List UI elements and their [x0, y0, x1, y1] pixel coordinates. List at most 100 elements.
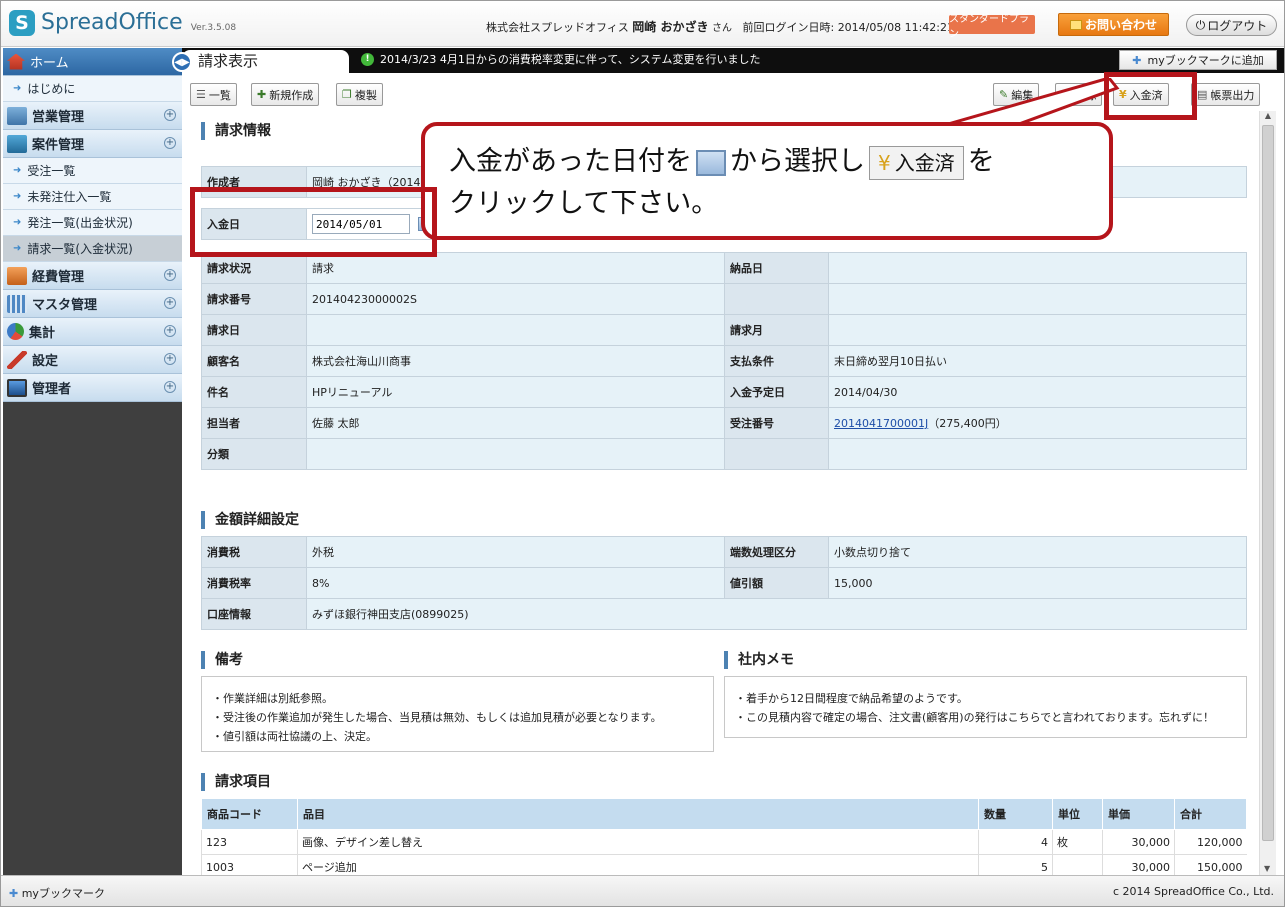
- sidebar-item-reports[interactable]: 集計 +: [3, 318, 182, 346]
- status-value: 請求: [306, 252, 725, 284]
- new-button[interactable]: ✚ 新規作成: [251, 83, 320, 106]
- order-number-cell: 2014041700001J（275,400円）: [828, 407, 1247, 439]
- delivery-label: 納品日: [724, 252, 829, 284]
- user-info: 株式会社スプレッドオフィス 岡崎 おかざき さん 前回ログイン日時: 2014/…: [486, 18, 954, 35]
- sidebar-item-label: 発注一覧(出金状況): [27, 216, 133, 230]
- sidebar-item-label: 案件管理: [32, 138, 85, 153]
- sidebar-item-label: 請求一覧(入金状況): [27, 242, 133, 256]
- account-label: 口座情報: [201, 598, 307, 630]
- memo-box: ・着手から12日間程度で納品希望のようです。 ・この見積内容で確定の場合、注文書…: [724, 676, 1247, 738]
- sidebar-item-orders[interactable]: ➜ 受注一覧: [3, 158, 182, 184]
- expand-icon[interactable]: +: [164, 137, 176, 149]
- tools-icon: [7, 350, 27, 369]
- memo-line: ・この見積内容で確定の場合、注文書(顧客用)の発行はこちらでと言われております。…: [735, 711, 1214, 724]
- expand-icon[interactable]: +: [164, 269, 176, 281]
- footer-bookmark[interactable]: ✚ myブックマーク: [9, 885, 105, 901]
- invoice-month-value: [828, 314, 1247, 346]
- plan-badge: スタンダードプラン: [949, 14, 1035, 40]
- copy-button[interactable]: ❐ 複製: [336, 83, 383, 106]
- cell-code: 123: [201, 829, 298, 855]
- power-icon: ⏻: [1195, 17, 1206, 32]
- amount-table: 消費税 外税 端数処理区分 小数点切り捨て 消費税率 8% 値引額 15,000…: [201, 536, 1247, 630]
- notice-text: 2014/3/23 4月1日からの消費税率変更に伴って、システム変更を行いました: [380, 53, 761, 66]
- add-bookmark-label: myブックマークに追加: [1147, 54, 1264, 67]
- sidebar-item-invoices[interactable]: ➜ 請求一覧(入金状況): [3, 236, 182, 262]
- discount-value: 15,000: [828, 567, 1247, 599]
- system-notice[interactable]: ! 2014/3/23 4月1日からの消費税率変更に伴って、システム変更を行いま…: [361, 51, 760, 67]
- callout-line-1: 入金があった日付を から選択し ¥ 入金済を: [449, 141, 1085, 183]
- print-label: 帳票出力: [1210, 88, 1255, 102]
- sidebar-item-projects[interactable]: 案件管理 +: [3, 130, 182, 158]
- user-suffix: さん: [711, 23, 732, 34]
- logo-text: SpreadOffice: [41, 10, 183, 35]
- remarks-line: ・受注後の作業追加が発生した場合、当見積は無効、もしくは追加見積が必要となります…: [212, 711, 662, 724]
- remarks-line: ・作業詳細は別紙参照。: [212, 692, 333, 705]
- sidebar-item-label: 管理者: [32, 382, 72, 397]
- info-icon: !: [361, 52, 374, 66]
- sidebar-item-master[interactable]: マスタ管理 +: [3, 290, 182, 318]
- sidebar-item-intro[interactable]: ➜ はじめに: [3, 76, 182, 102]
- sales-icon: [7, 106, 27, 125]
- sidebar-item-expenses[interactable]: 経費管理 +: [3, 262, 182, 290]
- instruction-callout: 入金があった日付を から選択し ¥ 入金済を クリックして下さい。: [421, 122, 1113, 240]
- cell-item: ページ追加: [297, 854, 979, 875]
- col-qty: 数量: [978, 798, 1053, 830]
- cell-total: 120,000: [1174, 829, 1247, 855]
- staff-value: 佐藤 太郎: [306, 407, 725, 439]
- print-button[interactable]: ▤ 帳票出力: [1191, 83, 1261, 106]
- calendar-icon: [696, 149, 726, 176]
- invoice-info-table: 請求状況 請求 納品日 請求番号 20140423000002S 請求日 請求月…: [201, 252, 1247, 470]
- sidebar: ホーム ➜ はじめに 営業管理 + 案件管理 + ➜ 受注一覧 ➜ 未発注仕入一覧 ➜ 発注…: [3, 48, 182, 875]
- arrow-icon: ➜: [13, 217, 22, 228]
- sidebar-item-sales[interactable]: 営業管理 +: [3, 102, 182, 130]
- scroll-thumb[interactable]: [1262, 125, 1274, 841]
- logo[interactable]: S SpreadOffice Ver.3.5.08: [9, 10, 236, 36]
- last-login-time: 2014/05/08 11:42:21: [837, 21, 954, 34]
- scroll-down-icon[interactable]: ▼: [1264, 864, 1270, 873]
- company-name: 株式会社スプレッドオフィス: [486, 21, 629, 34]
- contact-button[interactable]: お問い合わせ: [1058, 13, 1169, 36]
- staff-label: 担当者: [201, 407, 307, 439]
- expand-icon[interactable]: +: [164, 109, 176, 121]
- sidebar-item-label: はじめに: [27, 82, 76, 96]
- logout-label: ログアウト: [1207, 18, 1268, 33]
- section-amount-detail: 金額詳細設定: [201, 511, 299, 529]
- sidebar-item-home[interactable]: ホーム: [3, 48, 182, 76]
- memo-line: ・着手から12日間程度で納品希望のようです。: [735, 692, 968, 705]
- tax-label: 消費税: [201, 536, 307, 568]
- expand-icon[interactable]: +: [164, 297, 176, 309]
- vertical-scrollbar[interactable]: ▲ ▼: [1259, 111, 1276, 875]
- customer-value: 株式会社海山川商事: [306, 345, 725, 377]
- empty-value: [828, 283, 1247, 315]
- expand-icon[interactable]: +: [164, 325, 176, 337]
- sidebar-item-admin[interactable]: 管理者 +: [3, 374, 182, 402]
- scroll-up-icon[interactable]: ▲: [1260, 111, 1276, 120]
- section-remarks: 備考: [201, 651, 243, 669]
- sidebar-item-label: 設定: [32, 354, 59, 369]
- table-row[interactable]: 1003 ページ追加 5 30,000 150,000: [201, 854, 1247, 875]
- sidebar-item-purchase-orders[interactable]: ➜ 発注一覧(出金状況): [3, 210, 182, 236]
- list-label: 一覧: [208, 88, 231, 102]
- cell-total: 150,000: [1174, 854, 1247, 875]
- sidebar-toggle-icon[interactable]: ◀▶: [172, 52, 192, 72]
- sidebar-item-settings[interactable]: 設定 +: [3, 346, 182, 374]
- order-number-link[interactable]: 2014041700001J: [834, 417, 928, 430]
- app-window: S SpreadOffice Ver.3.5.08 株式会社スプレッドオフィス …: [0, 0, 1285, 907]
- list-button[interactable]: ☰ 一覧: [190, 83, 237, 106]
- category-label: 分類: [201, 438, 307, 470]
- col-item: 品目: [297, 798, 979, 830]
- tab-invoice-view[interactable]: 請求表示: [182, 50, 349, 73]
- table-row[interactable]: 123 画像、デザイン差し替え 4 枚 30,000 120,000: [201, 829, 1247, 855]
- cell-unit: 枚: [1052, 829, 1103, 855]
- add-bookmark-button[interactable]: ✚ myブックマークに追加: [1119, 50, 1277, 70]
- logout-button[interactable]: ⏻ ログアウト: [1186, 14, 1277, 36]
- discount-label: 値引額: [724, 567, 829, 599]
- sidebar-item-unordered[interactable]: ➜ 未発注仕入一覧: [3, 184, 182, 210]
- empty-value: [828, 438, 1247, 470]
- section-invoice-info: 請求情報: [201, 122, 271, 140]
- expand-icon[interactable]: +: [164, 381, 176, 393]
- footer: ✚ myブックマーク c 2014 SpreadOffice Co., Ltd.: [1, 875, 1284, 906]
- sidebar-item-label: 未発注仕入一覧: [27, 190, 112, 204]
- tax-rate-label: 消費税率: [201, 567, 307, 599]
- expand-icon[interactable]: +: [164, 353, 176, 365]
